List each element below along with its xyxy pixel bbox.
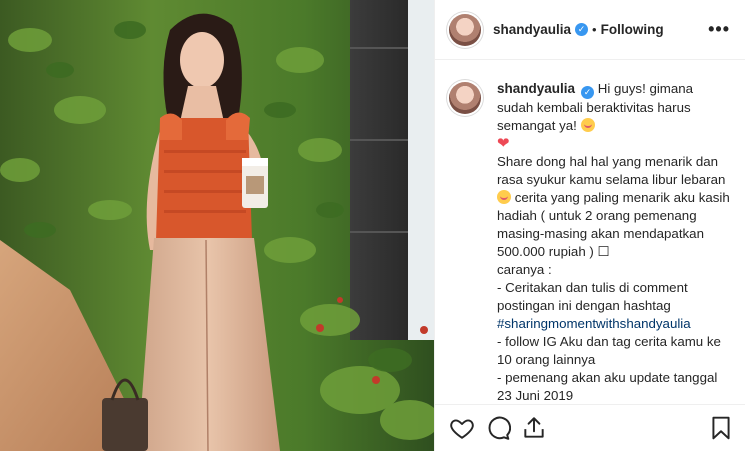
- caption-username[interactable]: shandyaulia: [497, 81, 575, 96]
- caption-block: shandyaulia ✓ Hi guys! gimana sudah kemba…: [435, 60, 745, 404]
- smiling-emoji-icon: [580, 118, 595, 132]
- post-header: shandyaulia ✓ • Following •••: [435, 0, 745, 60]
- smiling-emoji-icon-2: [497, 190, 511, 204]
- author-avatar[interactable]: [449, 13, 481, 46]
- caption-paragraph-1a: Share dong hal hal yang menarik dan rasa…: [497, 154, 726, 187]
- action-bar: [435, 404, 745, 451]
- more-options-icon[interactable]: •••: [708, 20, 730, 38]
- share-icon[interactable]: [521, 415, 547, 441]
- caption-text: shandyaulia ✓ Hi guys! gimana sudah kemba…: [497, 80, 732, 404]
- caption-step-3: - pemenang akan aku update tanggal 23 Ju…: [497, 370, 718, 403]
- caption-verified-badge-icon: ✓: [581, 86, 595, 99]
- heart-outline-icon[interactable]: [449, 415, 475, 441]
- following-button[interactable]: Following: [601, 22, 664, 37]
- header-separator: •: [592, 22, 597, 37]
- post-photo[interactable]: [0, 0, 434, 451]
- bookmark-icon[interactable]: [708, 415, 734, 441]
- author-username[interactable]: shandyaulia: [493, 22, 571, 37]
- caption-step-2: - follow IG Aku dan tag cerita kamu ke 1…: [497, 334, 721, 367]
- comment-bubble-icon[interactable]: [485, 415, 511, 441]
- caption-hashtag-link[interactable]: #sharingmomentwithshandyaulia: [497, 316, 691, 331]
- post-photo-image: [0, 0, 434, 451]
- header-meta: shandyaulia ✓ • Following: [493, 22, 664, 37]
- verified-badge-icon: ✓: [575, 23, 589, 36]
- caption-caranya: caranya :: [497, 262, 552, 277]
- post-side-panel: shandyaulia ✓ • Following ••• shandyauli…: [434, 0, 745, 451]
- red-heart-emoji: ❤: [497, 135, 510, 152]
- caption-author-avatar[interactable]: [449, 82, 481, 114]
- caption-step-1: - Ceritakan dan tulis di comment posting…: [497, 280, 688, 313]
- caption-paragraph-1b: cerita yang paling menarik aku kasih had…: [497, 190, 730, 259]
